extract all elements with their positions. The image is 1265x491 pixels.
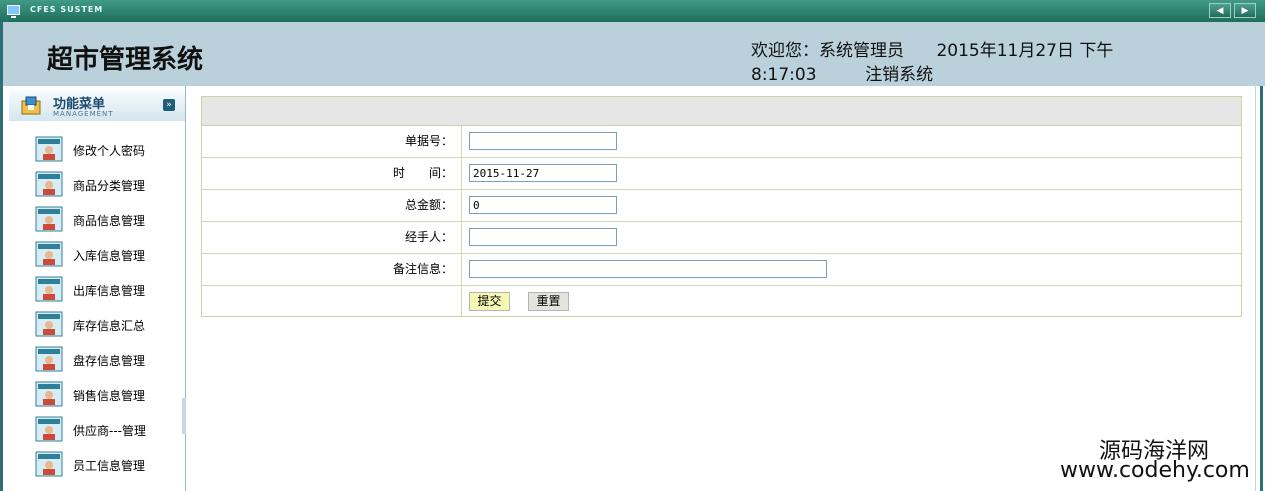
sidebar-item-stock-in[interactable]: 入库信息管理	[31, 239, 181, 269]
form-row-time: 时 间：	[202, 158, 1241, 190]
sidebar-item-product[interactable]: 商品信息管理	[31, 204, 181, 234]
field-label: 备注信息：	[202, 254, 462, 285]
sidebar-item-category[interactable]: 商品分类管理	[31, 169, 181, 199]
form-row-actions: 提交 重置	[202, 286, 1241, 317]
user-card-icon	[35, 136, 63, 162]
sidebar: 功能菜单 MANAGEMENT » 修改个人密码 商品分类管理 商品信息管理 入…	[0, 86, 186, 491]
welcome-area: 欢迎您：系统管理员 2015年11月27日 下午 8:17:03 注销系统	[751, 39, 1181, 87]
sidebar-item-employee[interactable]: 员工信息管理	[31, 449, 181, 479]
sidebar-item-change-password[interactable]: 修改个人密码	[31, 134, 181, 164]
sidebar-item-stock-out[interactable]: 出库信息管理	[31, 274, 181, 304]
remarks-input[interactable]	[469, 260, 827, 278]
user-card-icon	[35, 346, 63, 372]
sidebar-item-stocktake[interactable]: 盘存信息管理	[31, 344, 181, 374]
prev-arrow-icon[interactable]: ◀	[1209, 3, 1231, 18]
sidebar-item-label: 商品分类管理	[73, 179, 146, 193]
form-row-remarks: 备注信息：	[202, 254, 1241, 286]
sidebar-item-label: 库存信息汇总	[73, 319, 146, 333]
action-label-cell	[202, 286, 462, 317]
user-card-icon	[35, 416, 63, 442]
form-row-doc-number: 单据号：	[202, 126, 1241, 158]
sidebar-item-supplier[interactable]: 供应商---管理	[31, 414, 181, 444]
time-input[interactable]	[469, 164, 617, 182]
total-amount-input[interactable]	[469, 196, 617, 214]
handler-input[interactable]	[469, 228, 617, 246]
field-label: 时 间：	[202, 158, 462, 189]
app-title: 超市管理系统	[47, 45, 204, 75]
welcome-text: 欢迎您：系统管理员	[751, 41, 904, 61]
collapse-icon[interactable]: »	[163, 99, 175, 111]
field-label: 经手人：	[202, 222, 462, 253]
sidebar-item-label: 出库信息管理	[73, 284, 146, 298]
watermark-url: www.codehy.com	[1060, 458, 1250, 483]
form-row-total-amount: 总金额：	[202, 190, 1241, 222]
sidebar-item-label: 修改个人密码	[73, 144, 146, 158]
sidebar-item-label: 员工信息管理	[73, 459, 146, 473]
field-label: 单据号：	[202, 126, 462, 157]
reset-button[interactable]: 重置	[528, 292, 569, 311]
user-card-icon	[35, 171, 63, 197]
datetime-time: 8:17:03	[751, 65, 817, 85]
user-card-icon	[35, 311, 63, 337]
sidebar-item-label: 销售信息管理	[73, 389, 146, 403]
submit-button[interactable]: 提交	[469, 292, 510, 311]
user-card-icon	[35, 241, 63, 267]
user-card-icon	[35, 451, 63, 477]
menu-folder-icon	[21, 96, 41, 115]
sidebar-splitter[interactable]	[182, 398, 186, 434]
entry-form: 单据号： 时 间： 总金额： 经手人： 备注信息： 提交 重置	[201, 96, 1242, 317]
form-header	[202, 97, 1241, 126]
sidebar-item-inventory-summary[interactable]: 库存信息汇总	[31, 309, 181, 339]
sidebar-item-label: 入库信息管理	[73, 249, 146, 263]
sidebar-item-sales[interactable]: 销售信息管理	[31, 379, 181, 409]
monitor-icon	[7, 5, 20, 18]
user-card-icon	[35, 206, 63, 232]
form-row-handler: 经手人：	[202, 222, 1241, 254]
user-card-icon	[35, 276, 63, 302]
menu-subtitle: MANAGEMENT	[53, 110, 114, 118]
system-label: CFES SUSTEM	[30, 5, 104, 14]
menu-header: 功能菜单 MANAGEMENT »	[9, 90, 185, 121]
sidebar-item-label: 商品信息管理	[73, 214, 146, 228]
user-card-icon	[35, 381, 63, 407]
datetime-date: 2015年11月27日 下午	[936, 41, 1114, 61]
system-title-bar: CFES SUSTEM ◀ ▶	[0, 0, 1265, 22]
logout-link[interactable]: 注销系统	[865, 65, 933, 85]
doc-number-input[interactable]	[469, 132, 617, 150]
sidebar-item-label: 盘存信息管理	[73, 354, 146, 368]
page-header: 超市管理系统 欢迎您：系统管理员 2015年11月27日 下午 8:17:03 …	[0, 22, 1265, 86]
sidebar-item-label: 供应商---管理	[73, 424, 146, 438]
next-arrow-icon[interactable]: ▶	[1234, 3, 1256, 18]
field-label: 总金额：	[202, 190, 462, 221]
right-frame-edge	[1255, 86, 1265, 491]
